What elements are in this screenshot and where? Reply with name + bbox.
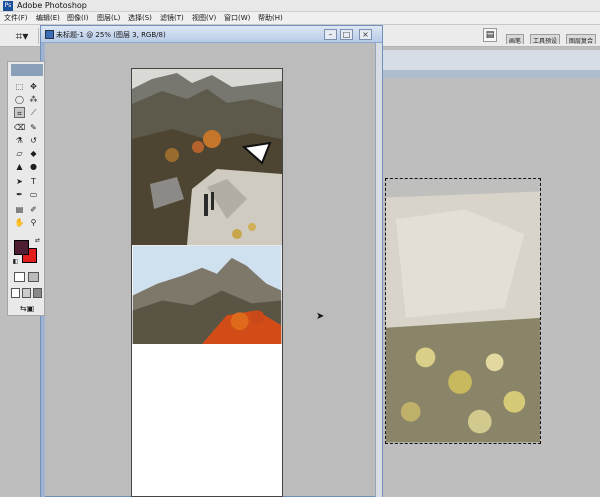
app-title: Adobe Photoshop [17,1,87,10]
hand-tool-icon[interactable]: ✋ [14,217,25,228]
standard-mode-icon[interactable] [14,272,25,282]
tab-layer-comps[interactable]: 图层复合 [566,34,597,45]
crop-icon[interactable]: ⌗▾ [10,28,34,44]
healing-brush-tool-icon[interactable]: ⌫ [14,122,25,133]
dodge-tool-icon[interactable]: ● [28,161,39,172]
workspace-band [383,50,600,70]
palette-well-icon[interactable]: ▤ [483,28,497,42]
vertical-scrollbar[interactable] [375,43,382,497]
menu-filter[interactable]: 滤镜(T) [160,13,184,23]
eraser-tool-icon[interactable]: ▱ [14,148,25,159]
magic-wand-tool-icon[interactable]: ⁂ [28,94,39,105]
tab-tool-presets[interactable]: 工具预设 [530,34,561,45]
menu-help[interactable]: 帮助(H) [258,13,283,23]
type-tool-icon[interactable]: T [28,176,39,187]
zoom-tool-icon[interactable]: ⚲ [28,217,39,228]
notes-tool-icon[interactable]: ▤ [14,204,25,215]
mouse-pointer-icon: ➤ [316,311,325,322]
app-titlebar: Ps Adobe Photoshop [0,0,600,12]
brush-tool-icon[interactable]: ✎ [28,122,39,133]
tools-palette[interactable]: ⬚ ✥ ◯ ⁂ ⌗ ⟋ ⌫ ✎ ⚗ ↺ ▱ ◆ ▲ ● ➤ T ✒ ▭ ▤ ✐ … [7,61,45,316]
mountain-photo-1 [132,69,282,245]
photoshop-icon: Ps [3,1,13,11]
history-brush-tool-icon[interactable]: ↺ [28,135,39,146]
document-titlebar[interactable]: 未标题-1 @ 25% (图层 3, RGB/8) – □ × [41,26,382,43]
default-colors-icon[interactable]: ◧ [10,256,21,267]
floating-photo-layer[interactable] [385,178,541,444]
screen-mode-full-icon[interactable] [33,288,42,298]
quick-mask-icon[interactable] [28,272,39,282]
imageready-jump-icon[interactable]: ⇆▣ [14,303,40,314]
close-icon[interactable]: × [359,29,372,40]
tab-brushes[interactable]: 画笔 [506,34,525,45]
foreground-color-swatch[interactable] [14,240,29,255]
screen-mode-standard-icon[interactable] [11,288,20,298]
document-canvas[interactable] [131,68,283,497]
crop-tool-icon[interactable]: ⌗ [14,107,25,118]
marquee-tool-icon[interactable]: ⬚ [14,81,25,92]
stamp-tool-icon[interactable]: ⚗ [14,135,25,146]
shape-tool-icon[interactable]: ▭ [28,189,39,200]
screen-mode-full-menu-icon[interactable] [22,288,31,298]
workspace-band [383,70,600,78]
menu-view[interactable]: 视图(V) [192,13,216,23]
paint-bucket-tool-icon[interactable]: ◆ [28,148,39,159]
options-separator [38,28,39,44]
mountain-photo-2 [132,245,282,344]
menu-edit[interactable]: 编辑(E) [36,13,60,23]
path-selection-tool-icon[interactable]: ➤ [14,176,25,187]
eyedropper-tool-icon[interactable]: ✐ [28,204,39,215]
slice-tool-icon[interactable]: ⟋ [28,107,39,118]
minimize-icon[interactable]: – [324,29,337,40]
feather-icon [11,64,43,76]
lasso-tool-icon[interactable]: ◯ [14,94,25,105]
swap-colors-icon[interactable]: ⇄ [32,235,43,246]
menu-bar: 文件(F) 编辑(E) 图像(I) 图层(L) 选择(S) 滤镜(T) 视图(V… [0,12,600,25]
menu-select[interactable]: 选择(S) [128,13,152,23]
document-icon [45,30,54,39]
blur-tool-icon[interactable]: ▲ [14,161,25,172]
move-tool-icon[interactable]: ✥ [28,81,39,92]
menu-window[interactable]: 窗口(W) [224,13,250,23]
maximize-icon[interactable]: □ [340,29,353,40]
menu-layer[interactable]: 图层(L) [97,13,120,23]
pen-tool-icon[interactable]: ✒ [14,189,25,200]
menu-file[interactable]: 文件(F) [4,13,28,23]
menu-image[interactable]: 图像(I) [67,13,89,23]
document-title: 未标题-1 @ 25% (图层 3, RGB/8) [56,31,166,39]
